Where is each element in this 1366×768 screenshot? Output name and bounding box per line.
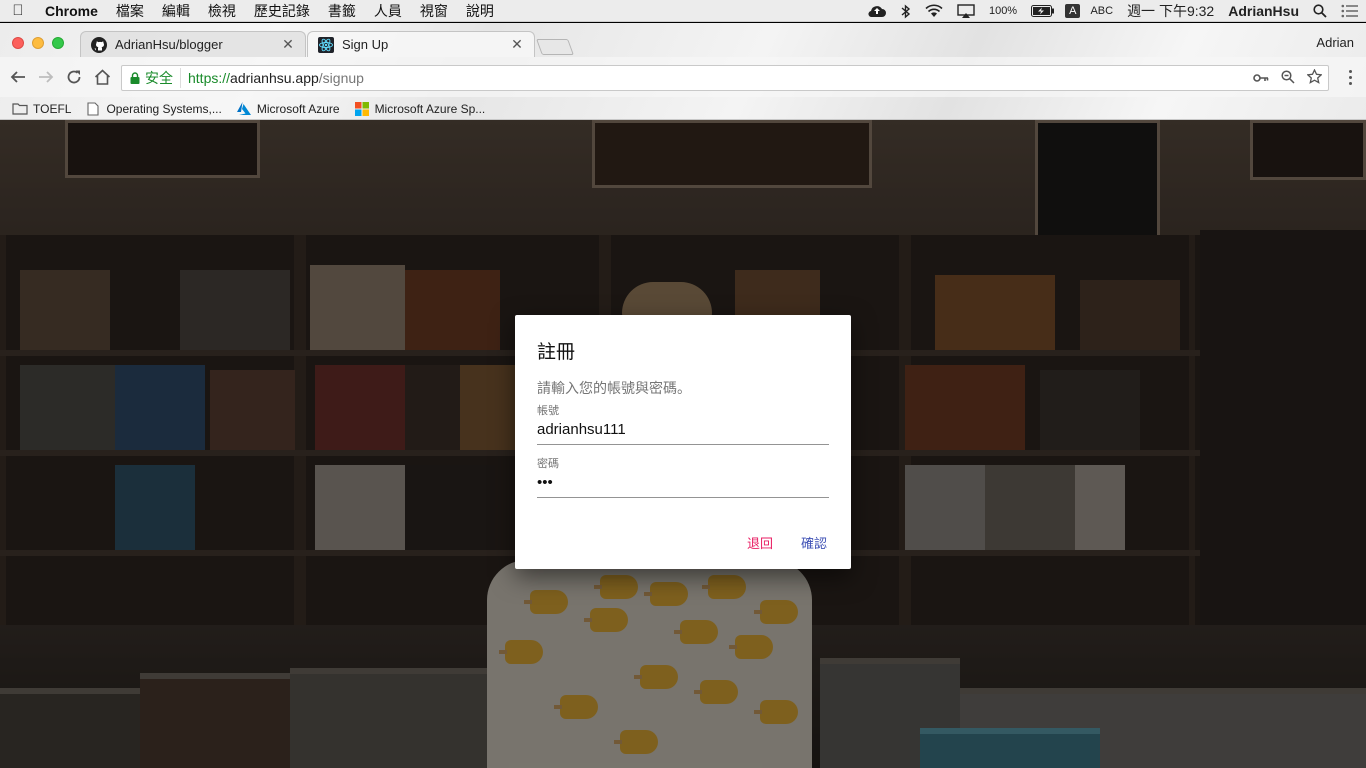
forward-arrow-icon[interactable] bbox=[36, 67, 56, 87]
close-window-button[interactable] bbox=[12, 37, 24, 49]
dialog-actions: 退回 確認 bbox=[745, 531, 829, 554]
secure-indicator[interactable]: 安全 bbox=[130, 68, 181, 88]
tab-title: Sign Up bbox=[342, 37, 389, 52]
bookmark-label: Microsoft Azure Sp... bbox=[374, 101, 486, 116]
window-controls bbox=[12, 37, 64, 49]
secure-label: 安全 bbox=[145, 70, 173, 86]
back-arrow-icon[interactable] bbox=[8, 67, 28, 87]
password-input[interactable] bbox=[537, 469, 829, 498]
confirm-button[interactable]: 確認 bbox=[799, 531, 829, 554]
battery-percent: 100% bbox=[988, 5, 1018, 17]
input-method-label[interactable]: ABC bbox=[1083, 5, 1120, 17]
reload-icon[interactable] bbox=[64, 67, 84, 87]
folder-icon bbox=[12, 102, 28, 116]
menubar-status-area: 100% A ABC 週一 下午9:32 AdrianHsu bbox=[860, 0, 1366, 22]
menu-file[interactable]: 檔案 bbox=[107, 1, 153, 21]
password-field-group: 密碼 bbox=[537, 455, 829, 498]
dialog-description: 請輸入您的帳號與密碼。 bbox=[537, 380, 691, 396]
menu-app-name[interactable]: Chrome bbox=[36, 3, 107, 19]
url-scheme: https:// bbox=[188, 70, 231, 86]
menu-edit[interactable]: 編輯 bbox=[153, 1, 199, 21]
tab-github-blogger[interactable]: AdrianHsu/blogger ✕ bbox=[80, 31, 306, 57]
airplay-icon[interactable] bbox=[950, 4, 982, 18]
close-tab-icon[interactable]: ✕ bbox=[281, 36, 295, 53]
menu-history[interactable]: 歷史記錄 bbox=[245, 1, 319, 21]
zoom-icon[interactable] bbox=[1281, 69, 1295, 87]
password-label: 密碼 bbox=[537, 458, 559, 470]
home-icon[interactable] bbox=[92, 67, 112, 87]
dialog-title: 註冊 bbox=[537, 342, 576, 363]
lock-icon bbox=[130, 72, 140, 84]
bookmark-star-icon[interactable] bbox=[1306, 68, 1323, 87]
bluetooth-icon[interactable] bbox=[894, 3, 918, 19]
notification-center-icon[interactable] bbox=[1334, 4, 1366, 18]
cloud-upload-icon[interactable] bbox=[860, 4, 894, 18]
new-tab-button[interactable] bbox=[536, 39, 574, 55]
signup-dialog: 註冊 請輸入您的帳號與密碼。 帳號 密碼 退回 確認 bbox=[515, 315, 851, 569]
bookmark-microsoft-azure[interactable]: Microsoft Azure bbox=[236, 102, 340, 116]
clock[interactable]: 週一 下午9:32 bbox=[1120, 1, 1221, 21]
tab-sign-up[interactable]: Sign Up ✕ bbox=[307, 31, 535, 57]
microsoft-icon bbox=[354, 101, 370, 116]
bookmark-toefl[interactable]: TOEFL bbox=[12, 102, 71, 116]
wifi-icon[interactable] bbox=[918, 4, 950, 18]
menu-help[interactable]: 說明 bbox=[457, 1, 503, 21]
username-label: 帳號 bbox=[537, 405, 559, 417]
minimize-window-button[interactable] bbox=[32, 37, 44, 49]
address-bar[interactable]: 安全 https://adrianhsu.app/signup bbox=[121, 65, 1329, 91]
url-host: adrianhsu.app bbox=[230, 70, 319, 86]
menu-people[interactable]: 人員 bbox=[365, 1, 411, 21]
address-bar-actions bbox=[1253, 68, 1323, 87]
tab-title: AdrianHsu/blogger bbox=[115, 37, 223, 52]
menu-view[interactable]: 檢視 bbox=[199, 1, 245, 21]
menu-window[interactable]: 視窗 bbox=[411, 1, 457, 21]
apple-menu-icon[interactable]:  bbox=[0, 2, 36, 19]
azure-icon bbox=[236, 102, 252, 116]
github-icon bbox=[91, 36, 107, 53]
browser-chrome: AdrianHsu/blogger ✕ Sign Up ✕ Adrian 安全 bbox=[0, 23, 1366, 120]
bookmark-label: Operating Systems,... bbox=[106, 101, 222, 116]
user-name[interactable]: AdrianHsu bbox=[1221, 3, 1306, 19]
username-input[interactable] bbox=[537, 416, 829, 445]
bookmark-label: TOEFL bbox=[33, 101, 72, 116]
bookmark-microsoft-azure-sp[interactable]: Microsoft Azure Sp... bbox=[354, 101, 486, 116]
key-icon[interactable] bbox=[1253, 70, 1269, 86]
close-tab-icon[interactable]: ✕ bbox=[510, 36, 524, 53]
url-path: /signup bbox=[318, 70, 364, 86]
profile-name[interactable]: Adrian bbox=[1316, 35, 1354, 50]
bookmark-label: Microsoft Azure bbox=[256, 101, 340, 116]
input-method-badge[interactable]: A bbox=[1065, 4, 1081, 18]
macos-menu-bar:  Chrome 檔案 編輯 檢視 歷史記錄 書籤 人員 視窗 說明 100% … bbox=[0, 0, 1366, 22]
bookmarks-bar: TOEFL Operating Systems,... Microsoft Az… bbox=[0, 97, 1366, 120]
spotlight-search-icon[interactable] bbox=[1306, 4, 1334, 18]
bookmark-operating-systems[interactable]: Operating Systems,... bbox=[85, 101, 222, 116]
battery-charging-icon[interactable] bbox=[1024, 5, 1062, 17]
username-field-group: 帳號 bbox=[537, 402, 829, 445]
back-button[interactable]: 退回 bbox=[745, 531, 775, 554]
chrome-menu-icon[interactable] bbox=[1342, 67, 1358, 87]
browser-toolbar: 安全 https://adrianhsu.app/signup bbox=[0, 57, 1366, 97]
react-icon bbox=[318, 36, 334, 53]
menu-bookmarks[interactable]: 書籤 bbox=[319, 1, 365, 21]
fullscreen-window-button[interactable] bbox=[52, 37, 64, 49]
page-icon bbox=[85, 101, 101, 116]
